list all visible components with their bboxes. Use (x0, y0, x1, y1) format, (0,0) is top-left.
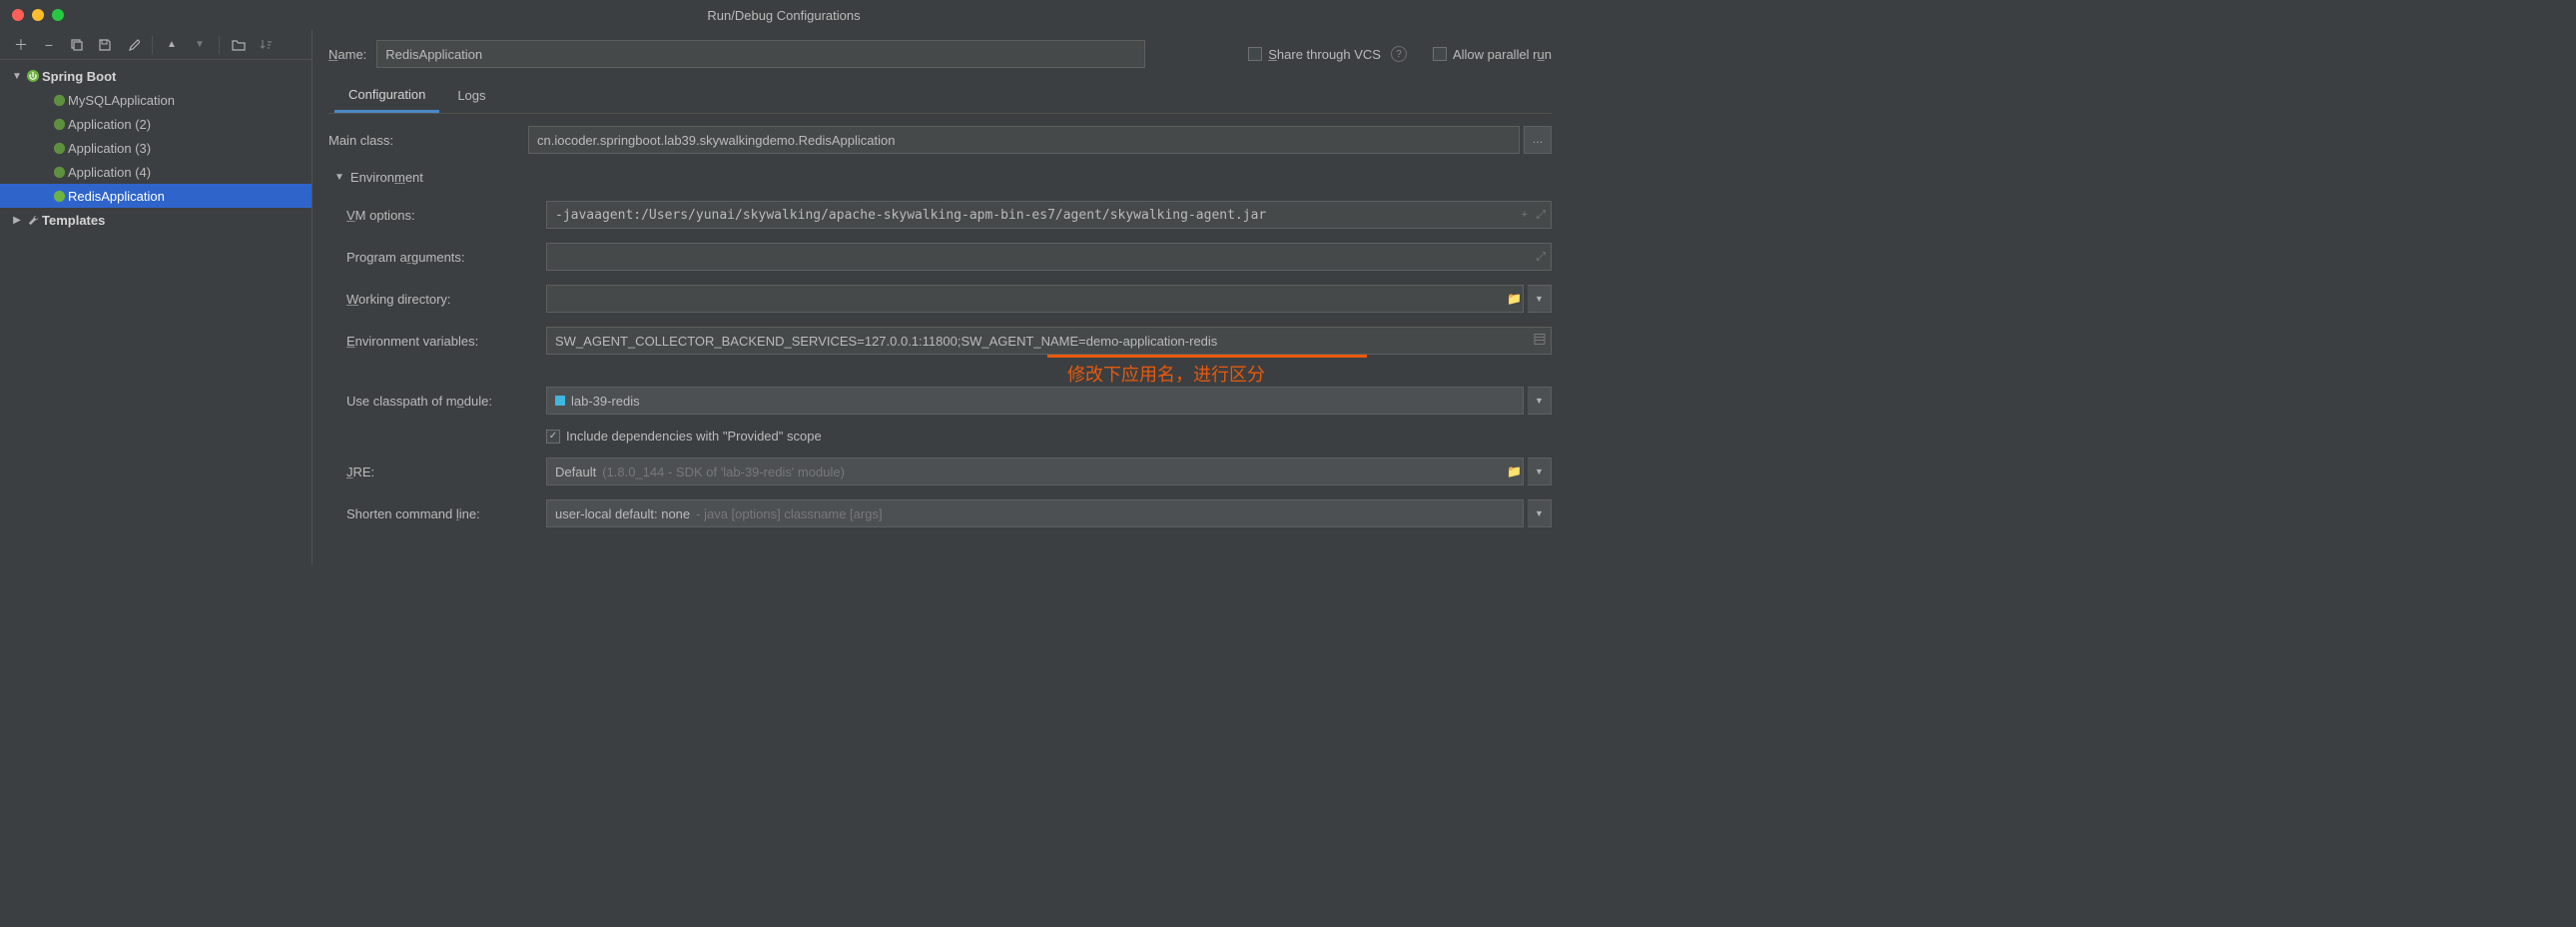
config-name-input[interactable] (376, 40, 1145, 68)
list-edit-icon[interactable] (1534, 334, 1546, 349)
env-vars-label: Environment variables: (346, 334, 546, 349)
tree-label: MySQLApplication (68, 93, 175, 108)
add-config-button[interactable]: ＋ (10, 34, 32, 56)
tree-label: Templates (42, 213, 105, 228)
edit-defaults-button[interactable] (122, 34, 144, 56)
tab-logs[interactable]: Logs (443, 80, 499, 113)
main-class-input[interactable] (528, 126, 1520, 154)
spring-boot-icon (24, 69, 42, 83)
program-args-input[interactable] (546, 243, 1552, 271)
close-window-button[interactable] (12, 9, 24, 21)
spring-boot-icon (50, 190, 68, 203)
left-panel: ＋ − ▲ ▼ ▼ Spring Boot (0, 30, 313, 564)
jre-select[interactable]: Default (1.8.0_144 - SDK of 'lab-39-redi… (546, 458, 1524, 485)
env-vars-input[interactable] (546, 327, 1552, 355)
checkbox-icon: ✓ (546, 430, 560, 444)
allow-parallel-checkbox[interactable]: Allow parallel run (1433, 47, 1552, 62)
classpath-label: Use classpath of module: (346, 394, 546, 409)
classpath-module-select[interactable]: lab-39-redis (546, 387, 1524, 415)
right-panel: Name: Share through VCS ? Allow parallel… (313, 30, 1568, 564)
tree-label: Application (3) (68, 141, 151, 156)
jre-label: JRE: (346, 464, 546, 479)
section-label: Environment (350, 170, 423, 185)
folder-icon[interactable]: 📁 (1507, 464, 1522, 478)
window-controls (12, 9, 64, 21)
expand-field-icon[interactable]: ⤢ (1536, 208, 1546, 223)
select-secondary: - java [options] classname [args] (696, 506, 882, 521)
insert-macro-icon[interactable]: + (1522, 209, 1528, 221)
config-tree: ▼ Spring Boot MySQLApplication Applicati… (0, 60, 312, 564)
config-tabs: Configuration Logs (328, 78, 1552, 114)
expand-arrow-icon: ▼ (10, 71, 24, 82)
tree-item-redis-app[interactable]: RedisApplication (0, 184, 312, 208)
remove-config-button[interactable]: − (38, 34, 60, 56)
sort-button[interactable] (256, 34, 278, 56)
checkbox-icon (1248, 47, 1262, 61)
vm-options-input[interactable] (546, 201, 1552, 229)
help-icon[interactable]: ? (1391, 46, 1407, 62)
tree-item-application-2[interactable]: Application (2) (0, 112, 312, 136)
copy-config-button[interactable] (66, 34, 88, 56)
shorten-cmd-label: Shorten command line: (346, 506, 546, 521)
working-dir-input[interactable] (546, 285, 1524, 313)
select-value: Default (555, 464, 596, 479)
minimize-window-button[interactable] (32, 9, 44, 21)
include-provided-checkbox[interactable]: ✓ Include dependencies with "Provided" s… (546, 429, 822, 444)
annotation-text: 修改下应用名，进行区分 (1067, 361, 1265, 387)
spring-boot-icon (50, 166, 68, 179)
classpath-dropdown-button[interactable]: ▼ (1528, 387, 1552, 415)
expand-field-icon[interactable]: ⤢ (1536, 250, 1546, 265)
checkbox-icon (1433, 47, 1447, 61)
annotation-underline (1047, 355, 1367, 358)
wrench-icon (24, 214, 42, 227)
configuration-form: Main class: … ▼ Environment VM options: … (328, 114, 1552, 527)
checkbox-label: Include dependencies with "Provided" sco… (566, 429, 822, 444)
vm-options-label: VM options: (346, 208, 546, 223)
tree-node-templates[interactable]: ▶ Templates (0, 208, 312, 232)
expand-arrow-icon: ▶ (10, 215, 24, 226)
spring-boot-icon (50, 94, 68, 107)
module-icon (555, 396, 565, 406)
save-config-button[interactable] (94, 34, 116, 56)
tree-item-application-3[interactable]: Application (3) (0, 136, 312, 160)
program-args-label: Program arguments: (346, 250, 546, 265)
run-debug-config-window: Run/Debug Configurations ＋ − ▲ ▼ ▼ (0, 0, 1568, 564)
tree-label: RedisApplication (68, 189, 165, 204)
jre-dropdown-button[interactable]: ▼ (1528, 458, 1552, 485)
move-up-button[interactable]: ▲ (161, 34, 183, 56)
config-toolbar: ＋ − ▲ ▼ (0, 30, 312, 60)
working-dir-label: Working directory: (346, 292, 546, 307)
tab-configuration[interactable]: Configuration (334, 79, 439, 113)
shorten-dropdown-button[interactable]: ▼ (1528, 499, 1552, 527)
name-label: Name: (328, 47, 366, 62)
shorten-cmd-select[interactable]: user-local default: none - java [options… (546, 499, 1524, 527)
select-value: lab-39-redis (571, 394, 640, 409)
tree-item-mysql-app[interactable]: MySQLApplication (0, 88, 312, 112)
share-vcs-checkbox[interactable]: Share through VCS ? (1248, 46, 1407, 62)
spring-boot-icon (50, 118, 68, 131)
select-value: user-local default: none (555, 506, 690, 521)
folder-button[interactable] (228, 34, 250, 56)
tree-node-spring-boot[interactable]: ▼ Spring Boot (0, 64, 312, 88)
move-down-button[interactable]: ▼ (189, 34, 211, 56)
window-title: Run/Debug Configurations (707, 8, 860, 23)
tree-item-application-4[interactable]: Application (4) (0, 160, 312, 184)
main-class-label: Main class: (328, 133, 528, 148)
select-secondary: (1.8.0_144 - SDK of 'lab-39-redis' modul… (602, 464, 845, 479)
tree-label: Application (4) (68, 165, 151, 180)
collapse-arrow-icon: ▼ (334, 172, 344, 183)
folder-icon[interactable]: 📁 (1507, 292, 1522, 306)
spring-boot-icon (50, 142, 68, 155)
titlebar: Run/Debug Configurations (0, 0, 1568, 30)
maximize-window-button[interactable] (52, 9, 64, 21)
tree-label: Application (2) (68, 117, 151, 132)
tree-label: Spring Boot (42, 69, 116, 84)
environment-section-header[interactable]: ▼ Environment (334, 168, 1552, 187)
working-dir-dropdown-button[interactable]: ▼ (1528, 285, 1552, 313)
browse-main-class-button[interactable]: … (1524, 126, 1552, 154)
